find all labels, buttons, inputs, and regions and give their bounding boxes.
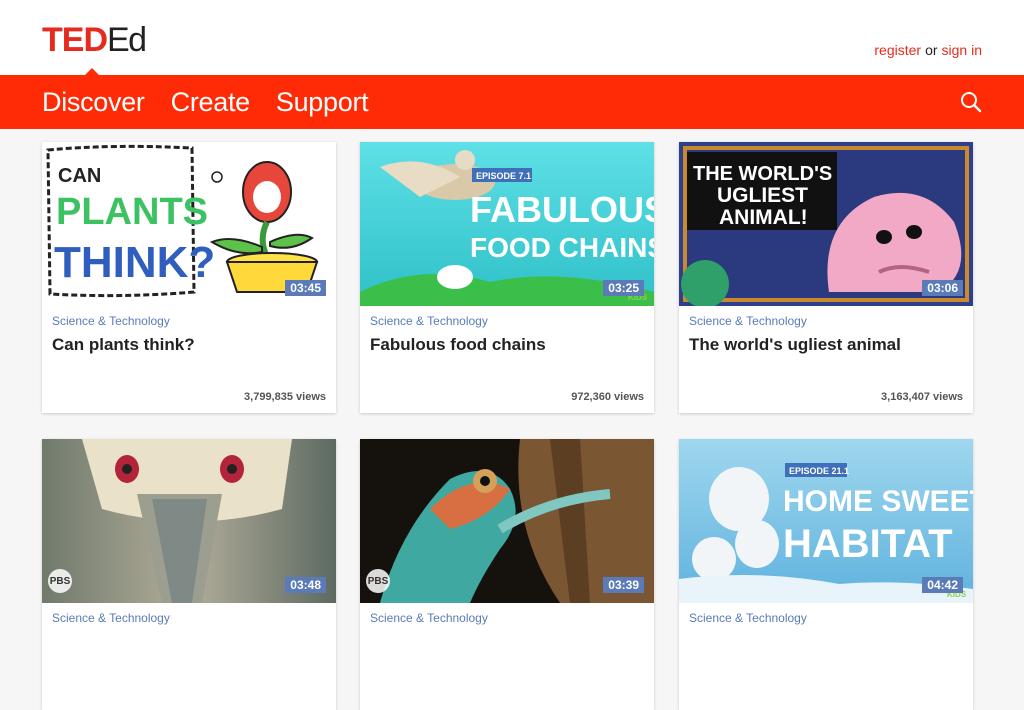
logo-ted-text: TED: [42, 21, 108, 59]
lesson-card[interactable]: EPISODE 21.1 HOME SWEET HABITAT KIDS 04:…: [679, 439, 973, 710]
thumb-can-text: CAN: [58, 165, 101, 187]
thumb-animal-text: ANIMAL!: [719, 206, 808, 229]
search-icon[interactable]: [960, 91, 982, 113]
lesson-category[interactable]: Science & Technology: [370, 314, 488, 328]
lesson-views: 3,163,407 views: [881, 391, 963, 403]
lesson-card[interactable]: EPISODE 7.1 FABULOUS FOOD CHAINS KIDS 03…: [360, 142, 654, 413]
lesson-card[interactable]: THE WORLD'S UGLIEST ANIMAL! 03:06 Scienc…: [679, 142, 973, 413]
thumb-worlds-text: THE WORLD'S: [693, 163, 832, 185]
thumb-think-text: THINK?: [54, 238, 215, 287]
thumb-episode-text: EPISODE 7.1: [476, 171, 531, 181]
lesson-category[interactable]: Science & Technology: [689, 314, 807, 328]
duration-badge: 03:45: [285, 280, 326, 296]
lesson-category[interactable]: Science & Technology: [52, 314, 170, 328]
nav-support[interactable]: Support: [276, 87, 369, 118]
lesson-title[interactable]: Fabulous food chains: [370, 335, 644, 355]
sign-in-link[interactable]: sign in: [942, 42, 982, 58]
thumb-habitat-text: HABITAT: [783, 522, 953, 566]
ted-ed-logo[interactable]: TEDEd: [42, 21, 147, 59]
pbs-logo-icon: PBS: [366, 569, 390, 593]
duration-badge: 03:48: [285, 577, 326, 593]
duration-badge: 03:06: [922, 280, 963, 296]
thumb-plants-text: PLANTS: [56, 191, 208, 233]
lesson-card[interactable]: PBS 03:39 Science & Technology: [360, 439, 654, 710]
top-header: TEDEd register or sign in: [0, 0, 1024, 75]
thumb-food-chains-text: FOOD CHAINS: [470, 232, 654, 263]
lesson-title[interactable]: Can plants think?: [52, 335, 326, 355]
duration-badge: 03:39: [603, 577, 644, 593]
nav-create[interactable]: Create: [171, 87, 251, 118]
lesson-views: 972,360 views: [571, 391, 644, 403]
lesson-category[interactable]: Science & Technology: [52, 611, 170, 625]
thumb-ugliest-text: UGLIEST: [717, 184, 808, 207]
thumb-episode-text: EPISODE 21.1: [789, 466, 849, 476]
lesson-views: 3,799,835 views: [244, 391, 326, 403]
thumb-home-sweet-text: HOME SWEET: [783, 485, 973, 518]
logo-ed-text: Ed: [107, 21, 147, 59]
lesson-category[interactable]: Science & Technology: [370, 611, 488, 625]
pbs-logo-icon: PBS: [48, 569, 72, 593]
main-nav: Discover Create Support: [0, 75, 1024, 129]
nav-discover[interactable]: Discover: [42, 87, 145, 118]
thumb-fabulous-text: FABULOUS: [470, 189, 654, 230]
duration-badge: 04:42: [922, 577, 963, 593]
auth-links: register or sign in: [874, 42, 982, 58]
lesson-category[interactable]: Science & Technology: [689, 611, 807, 625]
lesson-title[interactable]: The world's ugliest animal: [689, 335, 963, 355]
register-link[interactable]: register: [874, 42, 921, 58]
auth-or-text: or: [925, 42, 938, 58]
duration-badge: 03:25: [603, 280, 644, 296]
lesson-card[interactable]: CAN PLANTS THINK? 03:45 Science & Techno…: [42, 142, 336, 413]
lesson-card[interactable]: PBS 03:48 Science & Technology: [42, 439, 336, 710]
